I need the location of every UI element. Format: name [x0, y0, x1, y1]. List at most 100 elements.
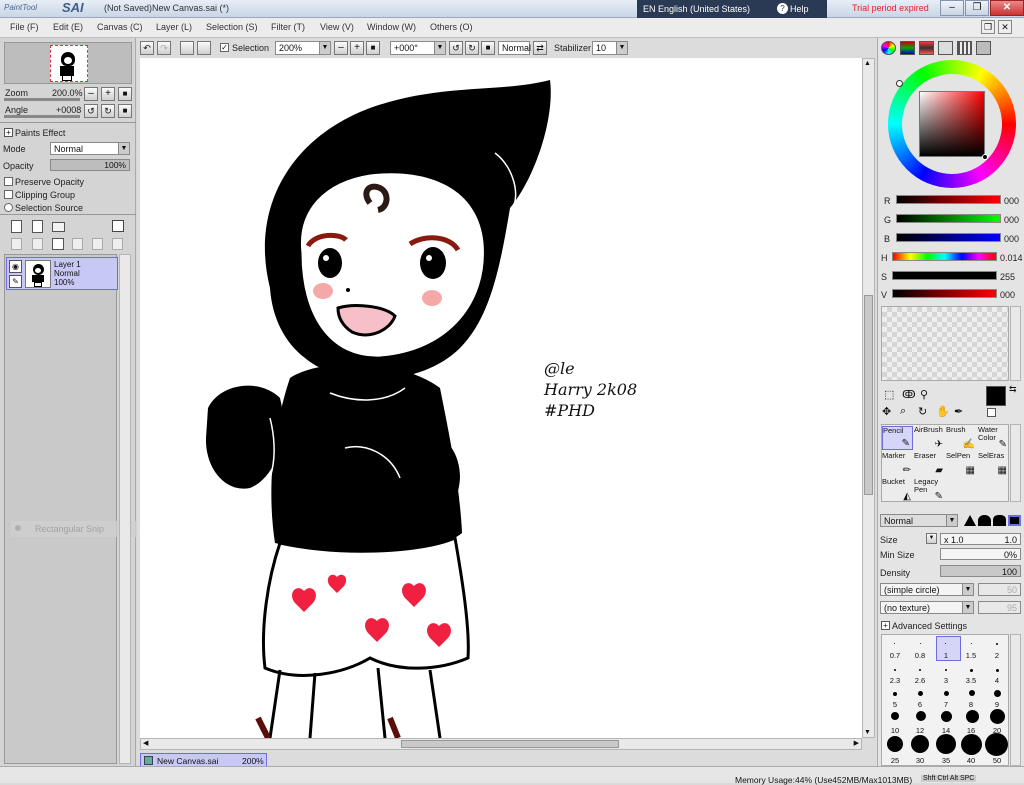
navigator-preview[interactable] [4, 42, 132, 84]
redo-icon[interactable]: ↷ [157, 41, 171, 55]
hue-handle[interactable] [896, 80, 903, 87]
zoom-out-icon[interactable]: – [84, 87, 98, 101]
menu-layer[interactable]: Layer (L) [156, 22, 192, 32]
size-preset-12[interactable]: 12 [907, 726, 933, 735]
language-label[interactable]: EN English (United States) [643, 4, 750, 14]
selection-source-checkbox[interactable] [4, 203, 13, 212]
expand-icon[interactable]: + [881, 621, 890, 630]
view-blend-select[interactable]: Normal [498, 41, 531, 55]
brush-mode-select[interactable]: Normal ▼ [880, 514, 958, 527]
canvas-rotate-left-icon[interactable]: ↺ [449, 41, 463, 55]
zoom-tool-icon[interactable]: ⌕ [900, 405, 906, 418]
tool-selpen[interactable]: SelPen ▦ [946, 452, 977, 476]
scroll-left-icon[interactable]: ◀ [143, 739, 148, 747]
transfer-down-icon[interactable] [11, 238, 22, 250]
canvas-zoom-reset-icon[interactable]: ■ [366, 41, 380, 55]
hsv-slider-tab-icon[interactable] [919, 41, 934, 55]
canvas-horizontal-scrollbar[interactable]: ◀ ▶ [140, 738, 862, 750]
color-wheel-tab-icon[interactable] [881, 41, 896, 55]
size-preset-0.8[interactable]: 0.8 [907, 651, 933, 660]
swatches-scrollbar[interactable] [1010, 306, 1021, 381]
new-layer-icon[interactable] [11, 220, 22, 233]
zoom-select[interactable]: 200% ▼ [275, 41, 331, 55]
flip-horizontal-icon[interactable]: ⇄ [533, 41, 547, 55]
restore-icon[interactable]: ❐ [965, 0, 989, 16]
help-button[interactable]: Help [790, 4, 809, 14]
size-preset-7[interactable]: 7 [933, 700, 959, 709]
size-preset-3.5[interactable]: 3.5 [958, 676, 984, 685]
vertical-scroll-thumb[interactable] [864, 295, 873, 495]
brush-shape-select[interactable]: (simple circle) ▼ [880, 583, 974, 596]
rotate-tool-icon[interactable]: ↻ [918, 405, 927, 418]
canvas-zoom-in-icon[interactable]: + [350, 41, 364, 55]
brush-shape-strength[interactable]: 50 [978, 583, 1021, 596]
trash-icon[interactable] [72, 238, 83, 250]
invert-selection-icon[interactable] [197, 41, 211, 55]
density-slider[interactable]: 100 [940, 565, 1021, 577]
tool-bucket[interactable]: Bucket ◭ [882, 478, 913, 502]
doc-restore-icon[interactable]: ❐ [981, 20, 995, 34]
size-preset-30[interactable]: 30 [907, 756, 933, 765]
size-preset-2[interactable]: 2 [984, 651, 1010, 660]
size-preset-1.5[interactable]: 1.5 [958, 651, 984, 660]
layer-row[interactable]: ◉ ✎ Layer 1 Normal 100% [6, 257, 118, 290]
size-preset-9[interactable]: 9 [984, 700, 1010, 709]
scroll-right-icon[interactable]: ▶ [854, 739, 859, 747]
green-slider[interactable] [896, 214, 1001, 223]
size-preset-3[interactable]: 3 [933, 676, 959, 685]
rotate-right-icon[interactable]: ↻ [101, 104, 115, 118]
doc-close-icon[interactable]: ✕ [998, 20, 1012, 34]
layer-mask-icon[interactable] [112, 220, 124, 232]
menu-selection[interactable]: Selection (S) [206, 22, 258, 32]
duplicate-layer-icon[interactable] [92, 238, 103, 250]
menu-view[interactable]: View (V) [320, 22, 354, 32]
clipping-group-checkbox[interactable] [4, 190, 13, 199]
scratchpad-tab-icon[interactable] [976, 41, 991, 55]
minimize-icon[interactable]: – [940, 0, 964, 16]
tool-legacy-pen[interactable]: Legacy Pen ✎ [914, 478, 945, 502]
presets-scrollbar[interactable] [1010, 634, 1021, 766]
canvas-zoom-out-icon[interactable]: – [334, 41, 348, 55]
new-linework-layer-icon[interactable] [32, 220, 43, 233]
blue-slider[interactable] [896, 233, 1001, 242]
opacity-slider[interactable]: 100% [50, 159, 130, 171]
saturation-value-square[interactable] [919, 91, 985, 157]
canvas-vertical-scrollbar[interactable]: ▲ ▼ [862, 58, 875, 738]
chevron-down-icon[interactable]: ▼ [118, 143, 129, 154]
lasso-icon[interactable]: ↂ [902, 388, 916, 401]
size-preset-10[interactable]: 10 [882, 726, 908, 735]
brush-texture-select[interactable]: (no texture) ▼ [880, 601, 974, 614]
brush-shape-2-icon[interactable] [978, 515, 991, 526]
clear-layer-icon[interactable] [52, 238, 64, 250]
brush-texture-strength[interactable]: 95 [978, 601, 1021, 614]
tool-pencil[interactable]: Pencil ✎ [882, 426, 913, 450]
layer-scrollbar[interactable] [119, 254, 131, 764]
brush-shape-3-icon[interactable] [993, 515, 1006, 526]
scroll-up-icon[interactable]: ▲ [864, 60, 871, 67]
eyedropper-icon[interactable]: ✒ [954, 405, 963, 418]
min-size-field[interactable]: 0% [940, 548, 1021, 560]
chevron-down-icon[interactable]: ▼ [616, 42, 627, 54]
red-slider[interactable] [896, 195, 1001, 204]
tool-seleras[interactable]: SelEras ▦ [978, 452, 1009, 476]
saturation-slider[interactable] [892, 271, 997, 280]
selection-checkbox[interactable]: ✓ [220, 43, 229, 52]
advanced-settings-label[interactable]: Advanced Settings [892, 621, 967, 631]
close-icon[interactable]: ✕ [990, 0, 1024, 16]
tool-marker[interactable]: Marker ✏ [882, 452, 913, 476]
menu-canvas[interactable]: Canvas (C) [97, 22, 143, 32]
drawing-canvas[interactable]: @le Harry 2k08 #PHD [140, 58, 862, 738]
hue-slider[interactable] [892, 252, 997, 261]
menu-file[interactable]: File (F) [10, 22, 39, 32]
deselect-icon[interactable] [180, 41, 194, 55]
menu-filter[interactable]: Filter (T) [271, 22, 305, 32]
pen-lock-icon[interactable]: ✎ [9, 275, 22, 288]
chevron-down-icon[interactable]: ▼ [319, 42, 330, 54]
size-preset-2.3[interactable]: 2.3 [882, 676, 908, 685]
new-folder-icon[interactable] [52, 222, 65, 232]
size-preset-6[interactable]: 6 [907, 700, 933, 709]
size-preset-50[interactable]: 50 [984, 756, 1010, 765]
canvas-rotate-right-icon[interactable]: ↻ [465, 41, 479, 55]
undo-icon[interactable]: ↶ [140, 41, 154, 55]
size-preset-1[interactable]: 1 [933, 651, 959, 660]
